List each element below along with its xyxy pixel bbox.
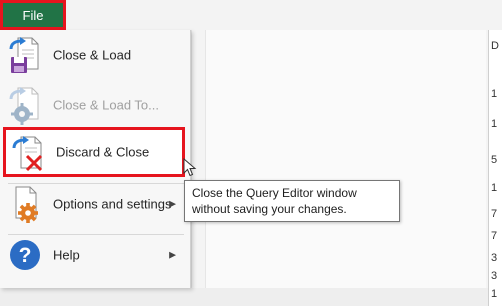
file-menu: Close & Load Close & Load To... Discard …	[0, 30, 191, 288]
submenu-arrow-icon: ▶	[169, 198, 176, 209]
mouse-cursor-icon	[183, 157, 197, 178]
menu-item-label: Discard & Close	[56, 144, 150, 160]
menu-item-options-and-settings[interactable]: Options and settings ▶	[0, 179, 190, 229]
edge-text: 3	[491, 252, 498, 264]
edge-text: 5	[491, 154, 498, 166]
edge-text: 7	[491, 230, 498, 242]
bottom-area	[0, 288, 488, 306]
edge-text: 1	[491, 118, 498, 130]
data-grid-edge: D 1 1 5 1 7 7 3 3 1	[488, 30, 502, 306]
discard-and-close-icon	[11, 132, 47, 172]
tooltip-line: Close the Query Editor window	[192, 186, 357, 200]
close-and-load-icon	[8, 35, 44, 75]
menu-item-close-and-load[interactable]: Close & Load	[0, 30, 190, 80]
query-editor-pane	[205, 30, 486, 306]
ribbon-bar	[0, 0, 502, 31]
tooltip-line: without saving your changes.	[192, 202, 347, 216]
edge-text: D	[491, 40, 499, 52]
menu-item-label: Options and settings	[53, 196, 172, 212]
menu-item-label: Close & Load To...	[53, 97, 159, 113]
menu-item-help[interactable]: ? Help ▶	[0, 230, 190, 280]
file-tab[interactable]: File	[0, 0, 66, 30]
edge-text: 1	[491, 88, 498, 100]
menu-item-discard-and-close[interactable]: Discard & Close	[3, 127, 185, 177]
edge-text: 1	[491, 288, 498, 300]
help-icon: ?	[8, 235, 44, 275]
edge-text: 3	[491, 270, 498, 282]
menu-item-label: Help	[53, 247, 80, 263]
file-tab-label: File	[22, 7, 44, 23]
edge-text: 1	[491, 182, 498, 194]
close-and-load-to-icon	[8, 85, 44, 125]
menu-item-label: Close & Load	[53, 47, 132, 63]
submenu-arrow-icon: ▶	[169, 249, 176, 260]
edge-text: 7	[491, 208, 498, 220]
options-gear-icon	[8, 184, 44, 224]
svg-text:?: ?	[19, 244, 32, 267]
discard-and-close-tooltip: Close the Query Editor window without sa…	[184, 180, 400, 222]
menu-item-close-and-load-to[interactable]: Close & Load To...	[0, 80, 190, 130]
